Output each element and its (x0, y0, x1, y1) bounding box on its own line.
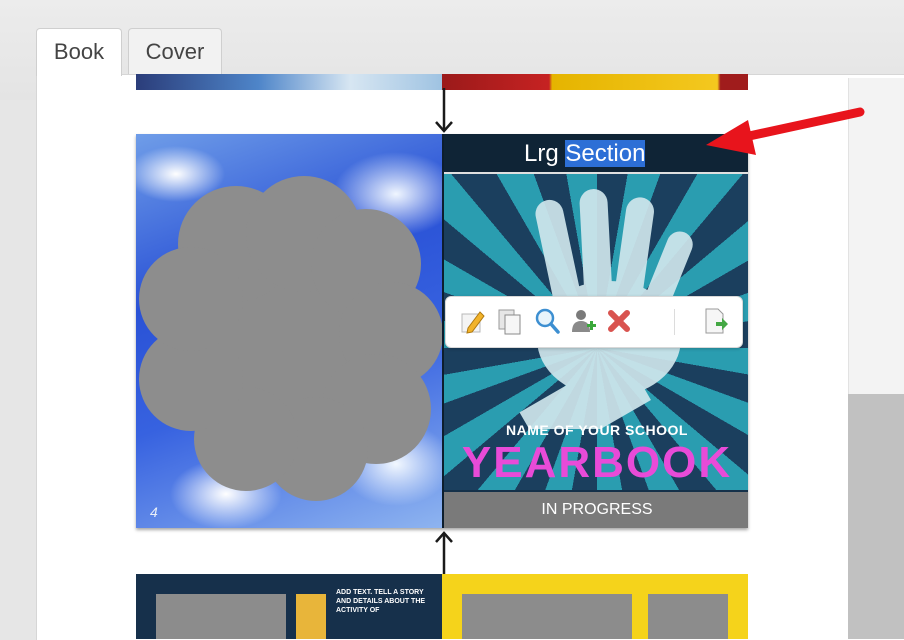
page-action-toolbar (445, 296, 743, 348)
edit-icon[interactable] (458, 306, 488, 336)
page-left[interactable]: 4 (136, 134, 442, 528)
annotation-arrow (706, 107, 865, 155)
copy-icon[interactable] (494, 306, 524, 336)
section-title-prefix: Lrg (524, 140, 566, 167)
status-badge: IN PROGRESS (444, 492, 748, 528)
decor-block (296, 594, 326, 639)
tab-cover[interactable]: Cover (128, 28, 222, 74)
arrow-down-icon (435, 88, 453, 133)
photo-placeholder (156, 594, 286, 639)
next-spread-right-page (442, 574, 748, 639)
previous-spread-left-page (136, 74, 442, 90)
next-spread-left-page: ADD TEXT. TELL A STORY AND DETAILS ABOUT… (136, 574, 442, 639)
photo-placeholder (139, 176, 442, 501)
school-name-text: NAME OF YOUR SCHOOL (506, 422, 688, 438)
photo-placeholder (462, 594, 632, 639)
export-icon[interactable] (700, 306, 730, 336)
section-title-selection: Section (565, 140, 646, 167)
tab-book[interactable]: Book (36, 28, 122, 76)
story-text: ADD TEXT. TELL A STORY AND DETAILS ABOUT… (336, 589, 426, 614)
yearbook-title: YEARBOOK (461, 438, 733, 487)
page-number: 4 (150, 504, 158, 520)
arrow-up-icon (435, 531, 453, 574)
delete-icon[interactable] (604, 306, 634, 336)
add-user-icon[interactable] (568, 306, 598, 336)
zoom-icon[interactable] (532, 306, 562, 336)
scrollbar-thumb[interactable] (848, 394, 904, 639)
photo-placeholder (648, 594, 728, 639)
previous-spread-right-page (442, 74, 748, 90)
toolbar-separator (674, 309, 675, 335)
next-spread[interactable]: ADD TEXT. TELL A STORY AND DETAILS ABOUT… (136, 574, 748, 639)
section-title[interactable]: Lrg Section (524, 140, 646, 168)
